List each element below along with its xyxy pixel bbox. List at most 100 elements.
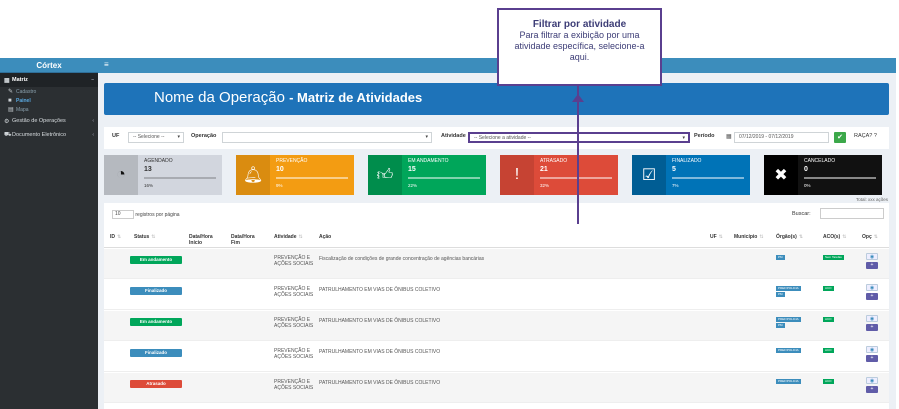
stat-card-cancelado[interactable]: ✖ CANCELADO 0 0% xyxy=(764,155,882,195)
table-row[interactable]: Em andamento PREVENÇÃO E AÇÕES SOCIAIS F… xyxy=(104,249,889,279)
plus-icon: + xyxy=(870,324,874,330)
wrench-icon: ⚙ xyxy=(4,118,10,125)
card-percent: 16% xyxy=(144,183,154,188)
col-label: Atividade xyxy=(274,234,297,240)
row-actions: ◉ + xyxy=(866,346,880,364)
sidebar-subitem-mapa[interactable]: ▤ Mapa xyxy=(0,105,98,114)
stat-card-agendado[interactable]: ◔ AGENDADO 13 16% xyxy=(104,155,222,195)
edit-button[interactable]: + xyxy=(866,386,878,393)
edit-button[interactable]: + xyxy=(866,262,878,269)
sidebar-subitem-label: Painel xyxy=(16,97,31,104)
col-aco[interactable]: ACO(s) ⇅ xyxy=(823,234,846,240)
sort-icon: ⇅ xyxy=(842,234,847,240)
atividade-select[interactable]: -- Selecione a atividade -- ▾ xyxy=(468,132,690,143)
col-fim[interactable]: Data/Hora Fim xyxy=(231,234,261,246)
car-icon: ⛟ xyxy=(4,132,12,138)
apply-filter-button[interactable]: ✔ xyxy=(834,132,846,143)
table-row[interactable]: Finalizado PREVENÇÃO E AÇÕES SOCIAIS PAT… xyxy=(104,342,889,372)
activities-table-panel: 10 registros por página Buscar: ID ⇅ Stat… xyxy=(104,203,889,409)
edit-button[interactable]: + xyxy=(866,293,878,300)
sidebar-item-documento[interactable]: ⛟ Documento Eletrônico ‹ xyxy=(0,128,98,142)
sidebar-item-matriz[interactable]: ▦ Matriz – xyxy=(0,73,98,87)
sort-icon: ⇅ xyxy=(298,234,303,240)
col-label: Opç xyxy=(862,234,872,240)
col-atividade[interactable]: Atividade ⇅ xyxy=(274,234,303,240)
col-status[interactable]: Status ⇅ xyxy=(134,234,155,240)
sidebar-subitem-cadastro[interactable]: ✎ Cadastro xyxy=(0,87,98,96)
orgao-badge: PM xyxy=(776,255,785,260)
view-button[interactable]: ◉ xyxy=(866,346,878,353)
card-name: FINALIZADO xyxy=(672,158,702,164)
chevron-left-icon: ‹ xyxy=(92,132,94,138)
periodo-input[interactable]: 07/12/2019 - 07/12/2019 xyxy=(734,132,829,143)
aco-badge: ACO xyxy=(823,286,834,291)
checkbox-icon: ☑ xyxy=(632,155,666,195)
sidebar-subitem-painel[interactable]: ■ Painel xyxy=(0,96,98,105)
col-opc[interactable]: Opç ⇅ xyxy=(862,234,878,240)
caret-down-icon: ▾ xyxy=(177,134,180,140)
stat-card-andamento[interactable]: 👍︎ EM ANDAMENTO 15 22% xyxy=(368,155,486,195)
page-banner: Nome da Operação - Matriz de Atividades xyxy=(104,83,889,115)
caret-down-icon: ▾ xyxy=(682,135,685,141)
stat-card-finalizado[interactable]: ☑ FINALIZADO 5 7% xyxy=(632,155,750,195)
row-acao: PATRULHAMENTO EM VIAS DE ÔNIBUS COLETIVO xyxy=(319,318,441,324)
sort-icon: ⇅ xyxy=(117,234,122,240)
sidebar-subitem-label: Cadastro xyxy=(16,88,37,95)
search-input[interactable] xyxy=(820,208,884,219)
sort-icon: ⇅ xyxy=(759,234,764,240)
atividade-label: Atividade xyxy=(441,133,466,139)
stat-card-atrasado[interactable]: ! ATRASADO 21 32% xyxy=(500,155,618,195)
table-row[interactable]: Finalizado PREVENÇÃO E AÇÕES SOCIAIS PAT… xyxy=(104,280,889,310)
card-progress xyxy=(144,177,216,179)
total-note: Total: xxx ações xyxy=(855,197,888,202)
status-badge: Em andamento xyxy=(130,256,182,264)
x-icon: ✖ xyxy=(764,155,798,195)
col-acao[interactable]: Ação xyxy=(319,234,331,240)
view-button[interactable]: ◉ xyxy=(866,315,878,322)
orgao-badge: PREF/POLICIA xyxy=(776,379,801,384)
row-acao: PATRULHAMENTO EM VIAS DE ÔNIBUS COLETIVO xyxy=(319,287,441,293)
aco-badge: ACO xyxy=(823,348,834,353)
card-percent: 22% xyxy=(408,183,418,188)
stat-card-prevencao[interactable]: 🔔︎ PREVENÇÃO 10 9% xyxy=(236,155,354,195)
page-length-select[interactable]: 10 xyxy=(112,210,134,219)
main-content: Nome da Operação - Matriz de Atividades … xyxy=(98,73,896,409)
table-row[interactable]: Em andamento PREVENÇÃO E AÇÕES SOCIAIS P… xyxy=(104,311,889,341)
periodo-value: 07/12/2019 - 07/12/2019 xyxy=(739,134,794,140)
card-progress xyxy=(276,177,348,179)
edit-button[interactable]: + xyxy=(866,324,878,331)
view-button[interactable]: ◉ xyxy=(866,377,878,384)
col-id[interactable]: ID ⇅ xyxy=(110,234,121,240)
table-row[interactable]: Atrasado PREVENÇÃO E AÇÕES SOCIAIS PATRU… xyxy=(104,373,889,403)
clock-icon: ◔ xyxy=(104,155,138,195)
menu-toggle-icon[interactable]: ≡ xyxy=(104,60,109,69)
view-button[interactable]: ◉ xyxy=(866,284,878,291)
col-municipio[interactable]: Município ⇅ xyxy=(734,234,764,240)
card-name: CANCELADO xyxy=(804,158,836,164)
card-percent: 0% xyxy=(804,183,811,188)
page: Córtex ▦ Matriz – ✎ Cadastro ■ Painel ▤ … xyxy=(0,0,899,409)
bell-icon: 🔔︎ xyxy=(236,155,270,195)
orgao-badge: PREF/POLICIA xyxy=(776,348,801,353)
col-label: ID xyxy=(110,234,115,240)
atividade-select-value: -- Selecione a atividade -- xyxy=(474,135,531,141)
sidebar-menu: ▦ Matriz – ✎ Cadastro ■ Painel ▤ Mapa ⚙ … xyxy=(0,73,98,142)
eye-icon: ◉ xyxy=(869,254,875,260)
row-actions: ◉ + xyxy=(866,377,880,395)
page-title: Nome da Operação - Matriz de Atividades xyxy=(154,89,422,106)
col-orgao[interactable]: Órgão(s) ⇅ xyxy=(776,234,803,240)
edit-button[interactable]: + xyxy=(866,355,878,362)
card-progress xyxy=(408,177,480,179)
uf-select[interactable]: -- Selecione -- ▾ xyxy=(128,132,184,143)
col-inicio[interactable]: Data/Hora Início xyxy=(189,234,219,246)
sidebar-subitem-label: Mapa xyxy=(16,106,29,113)
col-uf[interactable]: UF ⇅ xyxy=(710,234,723,240)
row-acao: PATRULHAMENTO EM VIAS DE ÔNIBUS COLETIVO xyxy=(319,349,441,355)
operacao-select[interactable]: ▾ xyxy=(222,132,432,143)
card-count: 0 xyxy=(804,166,808,173)
sidebar-item-gestao[interactable]: ⚙ Gestão de Operações ‹ xyxy=(0,114,98,128)
view-button[interactable]: ◉ xyxy=(866,253,878,260)
plus-icon: + xyxy=(870,355,874,361)
col-label: Ação xyxy=(319,234,332,240)
card-progress xyxy=(540,177,612,179)
